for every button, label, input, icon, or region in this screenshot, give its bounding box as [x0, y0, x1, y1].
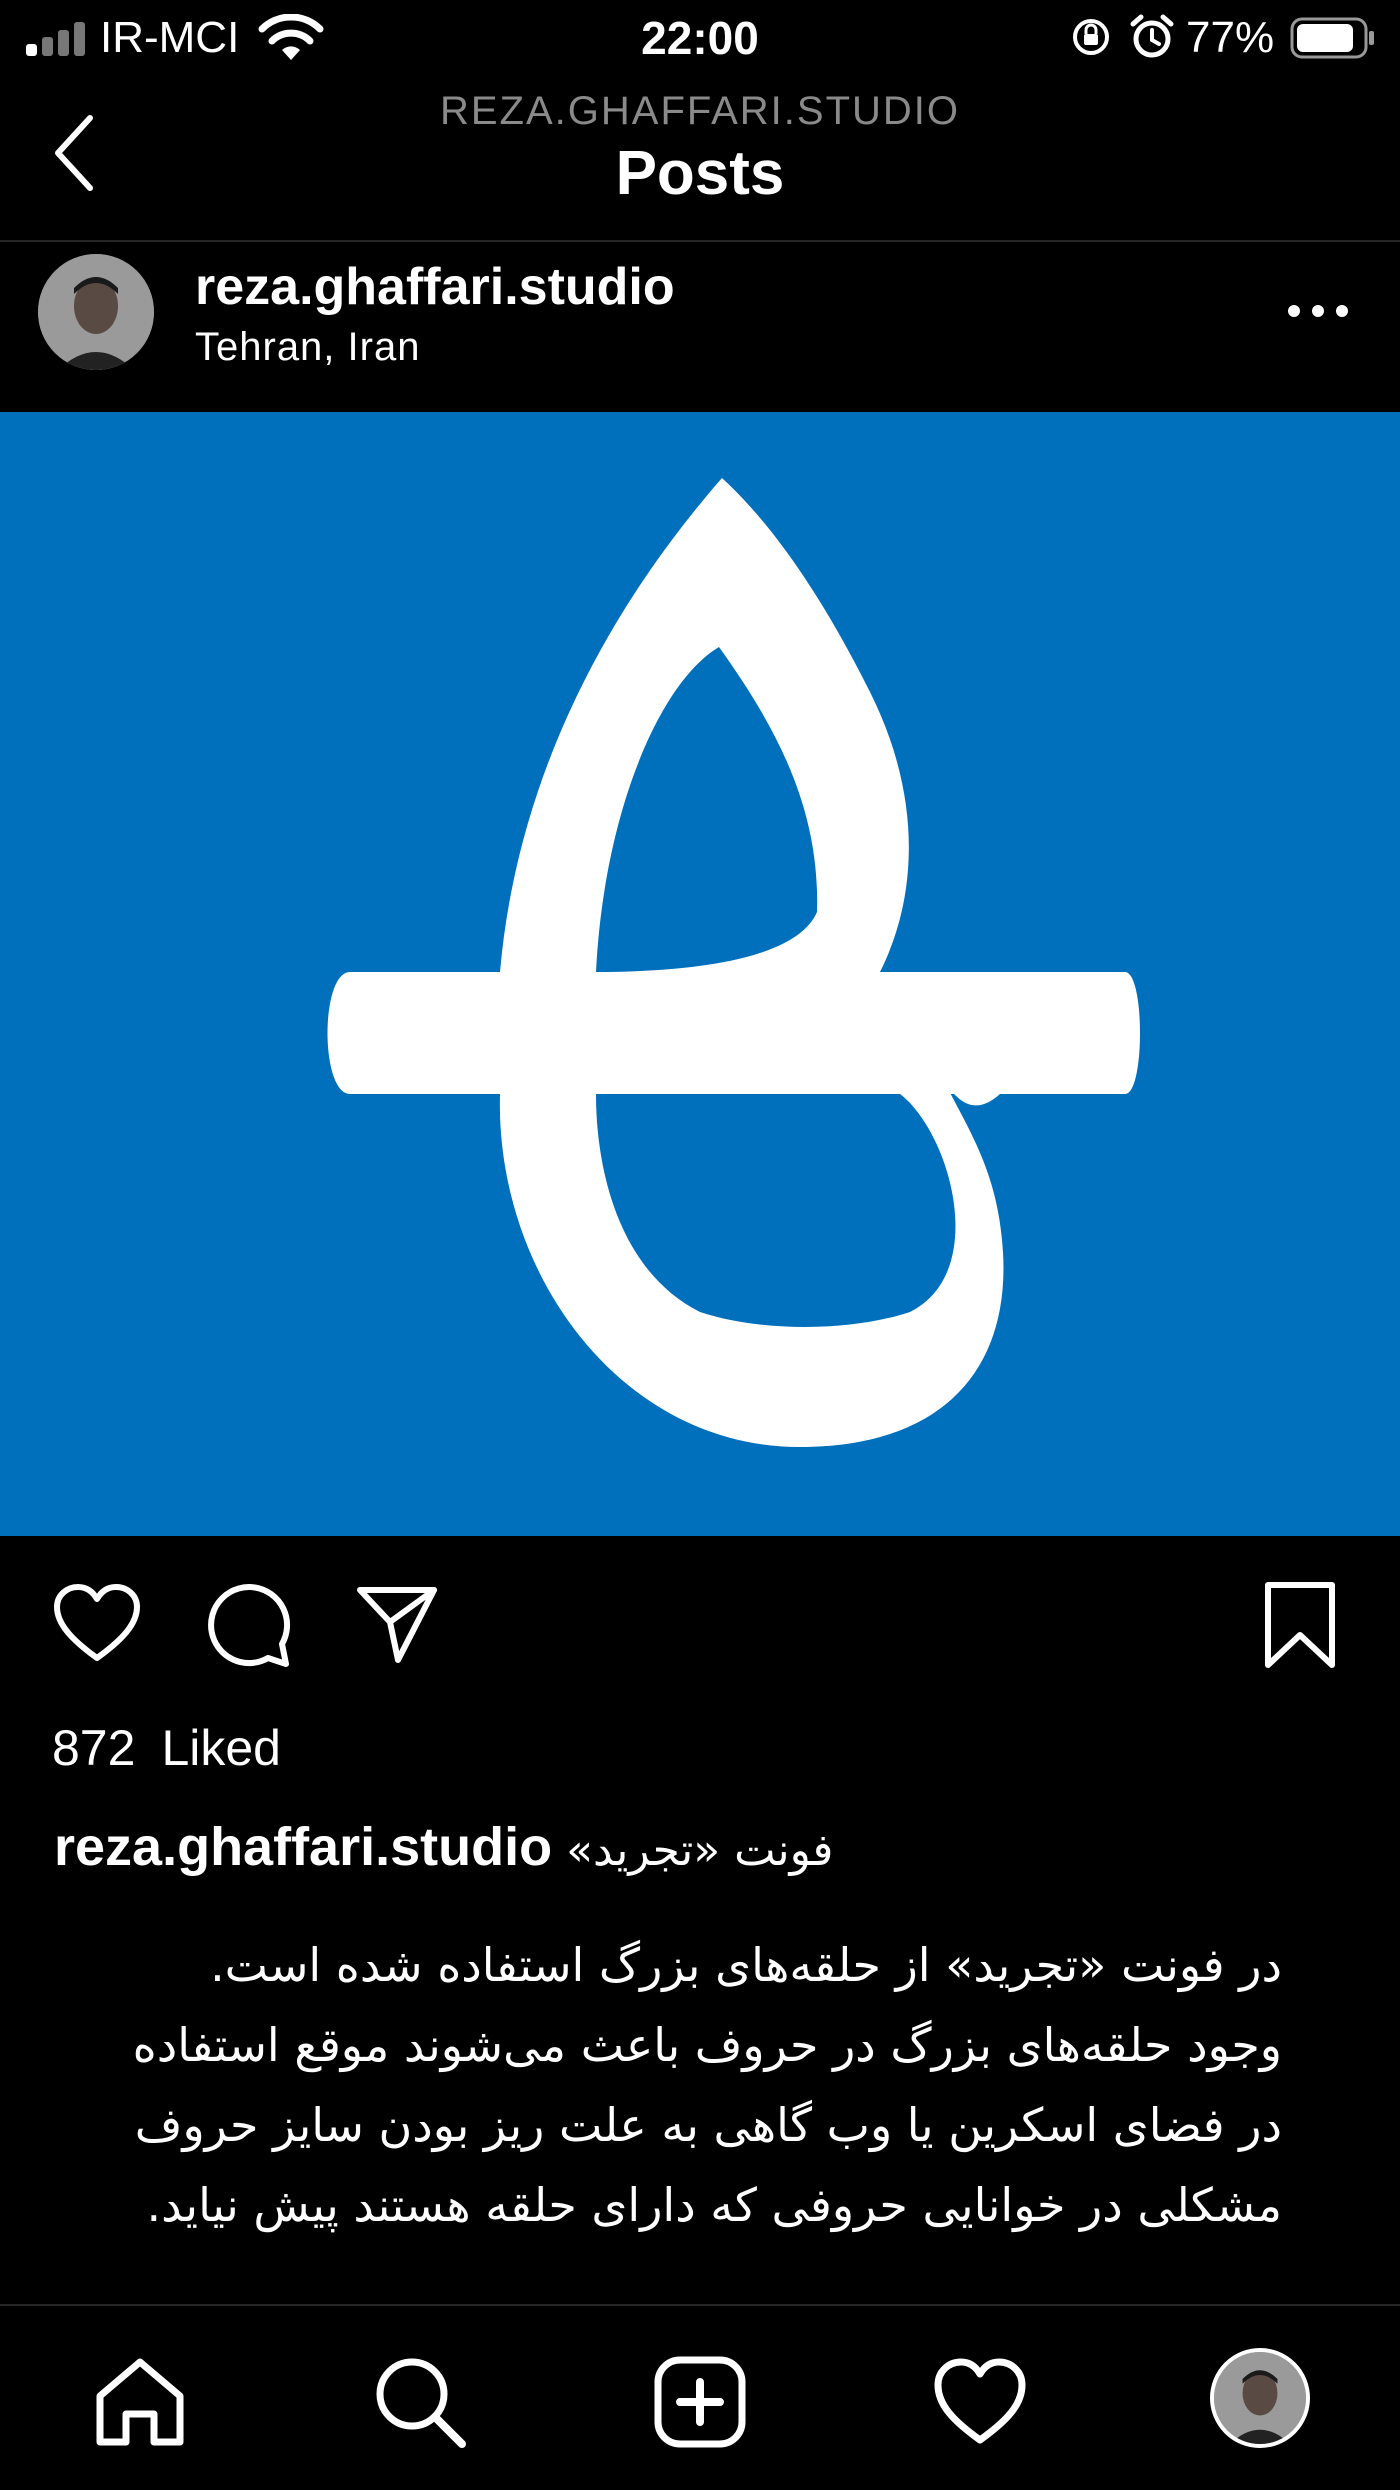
orientation-lock-icon: [1073, 19, 1109, 55]
likes-count[interactable]: 872 Liked: [52, 1718, 281, 1778]
caption-body: در فونت «تجرید» از حلقه‌های بزرگ استفاده…: [22, 1925, 1282, 2245]
likes-number: 872: [52, 1720, 136, 1776]
post-username[interactable]: reza.ghaffari.studio: [195, 256, 675, 318]
heart-icon[interactable]: [52, 1582, 142, 1664]
avatar-photo: [1214, 2352, 1306, 2444]
search-icon[interactable]: [372, 2354, 468, 2450]
likes-label: Liked: [161, 1720, 281, 1776]
profile-tab-avatar[interactable]: [1210, 2348, 1310, 2448]
caption-heading: reza.ghaffari.studio فونت «تجرید»: [54, 1815, 833, 1883]
create-post-icon[interactable]: [652, 2354, 748, 2450]
caption-line: در فونت «تجرید» از حلقه‌های بزرگ استفاده…: [210, 1938, 1282, 1992]
alarm-icon: [1130, 14, 1174, 58]
post-location[interactable]: Tehran, Iran: [195, 322, 420, 372]
battery-icon: [1290, 17, 1374, 59]
bookmark-icon[interactable]: [1262, 1580, 1338, 1670]
status-bar: IR-MCI 22:00 77%: [0, 0, 1400, 75]
header-divider: [0, 240, 1400, 242]
avatar-photo: [38, 254, 154, 370]
activity-heart-icon[interactable]: [932, 2354, 1028, 2450]
caption-line: در فضای اسکرین یا وب گاهی به علت ریز بود…: [134, 2098, 1282, 2152]
more-options-icon[interactable]: [1285, 296, 1351, 326]
letter-glyph: [327, 478, 1140, 1447]
caption-line: مشکلی در خوانایی حروفی که دارای حلقه هست…: [146, 2178, 1282, 2232]
header-account-name: REZA.GHAFFARI.STUDIO: [439, 89, 961, 133]
caption-title: فونت «تجرید»: [566, 1825, 834, 1876]
home-icon[interactable]: [92, 2354, 188, 2450]
comment-icon[interactable]: [204, 1580, 292, 1668]
page-title: Posts: [615, 139, 785, 208]
send-icon[interactable]: [354, 1582, 440, 1668]
caption-username[interactable]: reza.ghaffari.studio: [54, 1817, 552, 1877]
post-avatar[interactable]: [38, 254, 154, 370]
battery-percent: 77%: [1186, 13, 1275, 62]
post-image[interactable]: [0, 412, 1400, 1536]
caption-line: وجود حلقه‌های بزرگ در حروف باعث می‌شوند …: [132, 2018, 1282, 2072]
tab-bar-divider: [0, 2304, 1400, 2306]
